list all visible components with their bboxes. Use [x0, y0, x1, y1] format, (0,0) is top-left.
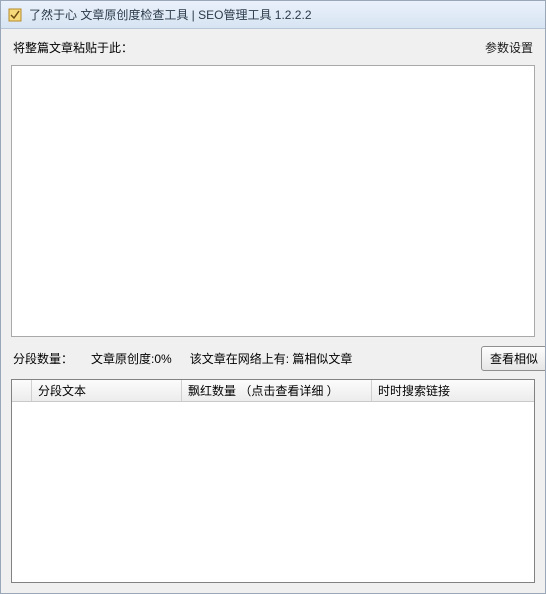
app-icon — [7, 7, 23, 23]
originality-label: 文章原创度:0% — [91, 350, 172, 367]
article-input[interactable] — [11, 65, 535, 337]
table-body — [12, 402, 534, 582]
table-header: 分段文本 飘红数量 （点击查看详细 ） 时时搜索链接 — [12, 380, 534, 402]
segment-count-label: 分段数量： — [13, 350, 73, 367]
network-similar-label: 该文章在网络上有: 篇相似文章 — [190, 350, 353, 367]
table-header-segment-text[interactable]: 分段文本 — [32, 380, 182, 401]
paste-label: 将整篇文章粘贴于此： — [13, 39, 133, 56]
originality-value: 0% — [154, 352, 171, 366]
results-table: 分段文本 飘红数量 （点击查看详细 ） 时时搜索链接 — [11, 379, 535, 583]
titlebar[interactable]: 了然于心 文章原创度检查工具 | SEO管理工具 1.2.2.2 — [1, 1, 545, 29]
table-header-red-count[interactable]: 飘红数量 （点击查看详细 ） — [182, 380, 372, 401]
app-window: 了然于心 文章原创度检查工具 | SEO管理工具 1.2.2.2 将整篇文章粘贴… — [0, 0, 546, 594]
settings-link[interactable]: 参数设置 — [485, 39, 533, 56]
stats-row: 分段数量： 文章原创度:0% 该文章在网络上有: 篇相似文章 查看相似 — [11, 345, 535, 371]
window-title: 了然于心 文章原创度检查工具 | SEO管理工具 1.2.2.2 — [29, 6, 312, 23]
client-area: 将整篇文章粘贴于此： 参数设置 分段数量： 文章原创度:0% 该文章在网络上有:… — [1, 29, 545, 593]
table-header-search-link[interactable]: 时时搜索链接 — [372, 380, 534, 401]
view-similar-button[interactable]: 查看相似 — [481, 346, 545, 371]
top-row: 将整篇文章粘贴于此： 参数设置 — [11, 37, 535, 57]
table-header-selector[interactable] — [12, 380, 32, 401]
